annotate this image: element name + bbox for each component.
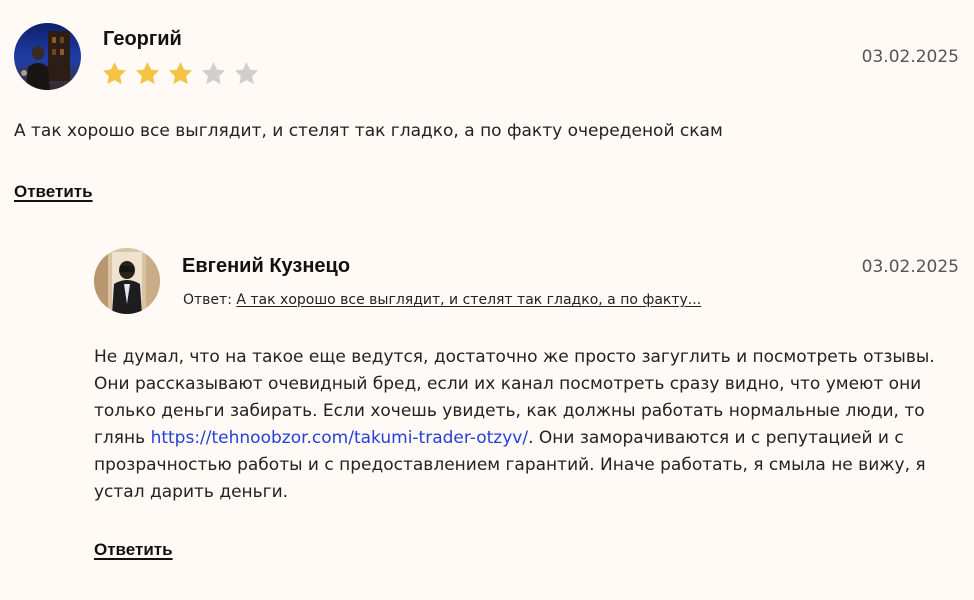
- external-link[interactable]: https://tehnoobzor.com/takumi-trader-otz…: [151, 428, 529, 448]
- star-filled-icon: [168, 62, 193, 85]
- comments-section: Георгий 03.02.2025 А так хорошо все выгл…: [0, 0, 974, 600]
- comment-date: 03.02.2025: [861, 47, 959, 67]
- comment-text: А так хорошо все выглядит, и стелят так …: [14, 121, 723, 141]
- reply-to-link[interactable]: А так хорошо все выглядит, и стелят так …: [236, 292, 701, 308]
- avatar[interactable]: [94, 248, 160, 314]
- avatar-photo: [14, 23, 81, 90]
- avatar-photo: [94, 248, 160, 314]
- reply-author: Евгений Кузнецо: [182, 255, 351, 277]
- reply-to-prefix: Ответ:: [183, 292, 232, 308]
- reply-text: Не думал, что на такое еще ведутся, дост…: [94, 344, 954, 506]
- star-empty-icon: [201, 62, 226, 85]
- star-filled-icon: [135, 62, 160, 85]
- reply-to-line: Ответ: А так хорошо все выглядит, и стел…: [183, 292, 701, 308]
- star-empty-icon: [234, 62, 259, 85]
- star-filled-icon: [102, 62, 127, 85]
- reply-button[interactable]: Ответить: [94, 540, 173, 560]
- comment-author: Георгий: [103, 28, 182, 50]
- reply-date: 03.02.2025: [861, 257, 959, 277]
- avatar[interactable]: [14, 23, 81, 90]
- reply-button[interactable]: Ответить: [14, 182, 93, 202]
- rating-stars: [101, 60, 260, 87]
